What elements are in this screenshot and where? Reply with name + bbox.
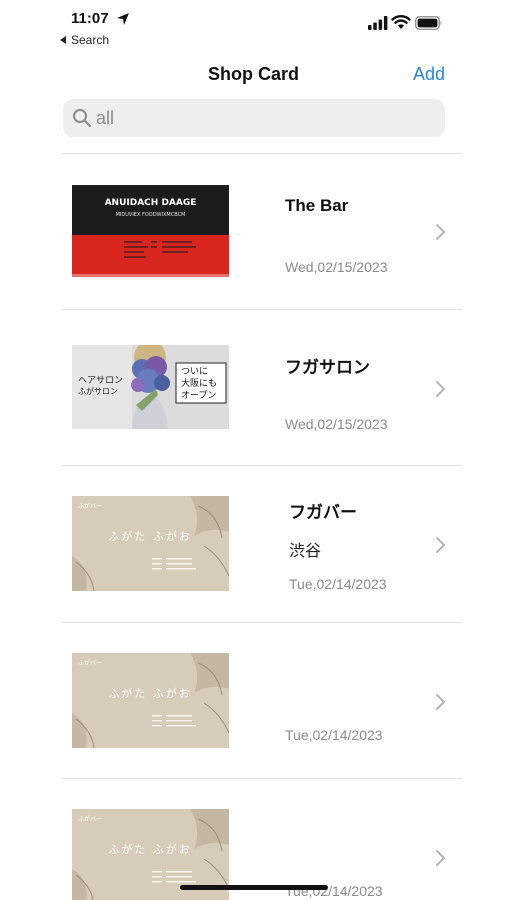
card-subtitle: 渋谷 [289,543,322,560]
search-bar[interactable] [63,99,445,137]
thumb-right-line-3: オープン [181,390,216,401]
card-thumbnail: ふがバー ふがた ふがお [72,496,229,591]
back-to-search-label: Search [71,33,110,47]
wifi-icon [391,15,411,29]
thumb-center-text: ふがた ふがお [108,529,192,543]
card-name: フガサロン [285,357,370,377]
back-arrow-icon [60,36,66,44]
status-bar: 11:07 Search [0,0,507,52]
back-to-search-link[interactable]: Search [60,33,109,47]
thumb-tag: ふがバー [78,659,102,667]
thumb-center-text: ふがた ふがお [108,686,192,700]
list-item[interactable]: ふがバー ふがた ふがお Tue,02/14/2023 [62,623,462,779]
home-indicator[interactable] [180,885,328,890]
location-arrow-icon [117,13,129,25]
list-item-fuga-bar-shibuya[interactable]: ふがバー ふがた ふがお フガバー 渋谷 Tue,02/14/2023 [62,466,462,623]
chevron-right-icon [436,380,445,397]
shop-card-list: ANUIDACH DAAGE MIDUVIEX FOODWIXMCBCM The… [62,153,462,900]
navigation-bar: Shop Card Add [0,56,507,92]
thumb-right-line-2: 大阪にも [181,377,217,389]
card-name: フガバー [289,503,357,522]
list-item-the-bar[interactable]: ANUIDACH DAAGE MIDUVIEX FOODWIXMCBCM The… [62,153,462,310]
chevron-right-icon [436,693,445,710]
chevron-right-icon [436,224,445,240]
chevron-right-icon [436,537,445,553]
list-item[interactable]: ふがバー ふがた ふがお Tue,02/14/2023 [62,779,462,900]
card-thumbnail: ANUIDACH DAAGE MIDUVIEX FOODWIXMCBCM [72,185,229,277]
card-thumbnail: ふがバー ふがた ふがお [72,652,229,748]
card-thumbnail: ヘアサロン ふがサロン ついに 大阪にも オープン [72,344,229,429]
card-date: Wed,02/15/2023 [285,415,388,432]
card-date: Tue,02/14/2023 [289,576,387,592]
thumb-right-line-1: ついに [181,366,208,377]
list-item-fuga-salon[interactable]: ヘアサロン ふがサロン ついに 大阪にも オープン フガサロン Wed,02/1… [62,310,462,466]
thumb-left-line-1: ヘアサロン [78,375,123,386]
search-icon [73,109,92,128]
thumb-subheader-text: MIDUVIEX FOODWIXMCBCM [116,212,186,218]
battery-icon [415,16,442,30]
add-button[interactable]: Add [413,64,445,85]
thumb-tag: ふがバー [78,815,102,823]
card-date: Wed,02/15/2023 [285,259,388,275]
thumb-tag: ふがバー [78,502,102,510]
search-input[interactable] [96,107,416,129]
status-time: 11:07 [71,10,109,27]
thumb-header-text: ANUIDACH DAAGE [105,198,197,208]
cellular-signal-icon [368,16,388,30]
thumb-center-text: ふがた ふがお [108,842,192,856]
thumb-left-line-2: ふがサロン [78,386,118,396]
card-date: Tue,02/14/2023 [285,726,383,743]
chevron-right-icon [436,850,445,866]
card-name: The Bar [285,196,349,215]
